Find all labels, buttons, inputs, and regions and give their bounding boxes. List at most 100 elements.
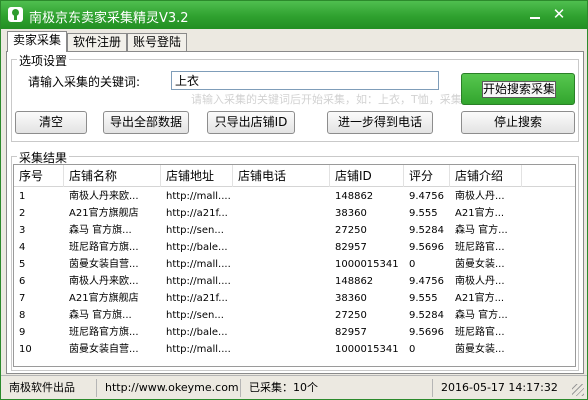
- cell-shop-name: 班尼路官方旗...: [69, 327, 139, 338]
- cell-shop-intro: A21官方...: [455, 293, 505, 304]
- clear-button[interactable]: 清空: [15, 111, 87, 134]
- cell-shop-url: http://mall....: [166, 191, 231, 202]
- status-bar: 南极软件出品 http://www.okeyme.com 已采集：10个 201…: [1, 375, 587, 399]
- cell-index: 3: [19, 225, 26, 236]
- cell-shop-url: http://a21f...: [166, 293, 228, 304]
- cell-shop-id: 27250: [335, 225, 367, 236]
- table-row[interactable]: 5 茵曼女装自营... http://mall.... 1000015341 0 茵曼女装…: [14, 257, 575, 273]
- options-group-label: 选项设置: [17, 52, 70, 69]
- table-row[interactable]: 9 班尼路官方旗... http://bale... 82957 9.5696 班尼路官.…: [14, 325, 575, 341]
- table-row[interactable]: 1 南极人丹来欧... http://mall.... 148862 9.4756 南极人…: [14, 189, 575, 205]
- cell-index: 5: [19, 259, 26, 270]
- cell-shop-url: http://bale...: [166, 242, 228, 253]
- cell-shop-name: 森马 官方旗...: [69, 310, 132, 321]
- close-button[interactable]: ✕: [549, 5, 569, 23]
- cell-shop-phone: [233, 206, 330, 222]
- keyword-input[interactable]: [171, 71, 439, 90]
- cell-shop-id: 82957: [335, 242, 367, 253]
- cell-shop-url: http://a21f...: [166, 208, 228, 219]
- cell-rating: 9.555: [409, 208, 438, 219]
- column-header-rating[interactable]: 评分: [404, 165, 450, 187]
- cell-index: 1: [19, 191, 26, 202]
- cell-shop-id: 27250: [335, 310, 367, 321]
- cell-shop-id: 148862: [335, 191, 374, 202]
- export-id-button[interactable]: 只导出店铺ID: [207, 111, 295, 134]
- cell-shop-name: 南极人丹来欧...: [69, 191, 139, 202]
- tab-software-register[interactable]: 软件注册: [67, 33, 127, 51]
- start-search-label: 开始搜索采集: [482, 81, 556, 98]
- cell-index: 4: [19, 242, 26, 253]
- export-all-button[interactable]: 导出全部数据: [103, 111, 189, 134]
- column-header-index[interactable]: 序号: [14, 165, 64, 187]
- cell-shop-id: 82957: [335, 327, 367, 338]
- table-row[interactable]: 2 A21官方旗舰店 http://a21f... 38360 9.555 A21官方..…: [14, 206, 575, 222]
- cell-shop-id: 1000015341: [335, 344, 399, 355]
- results-table[interactable]: 序号 店铺名称 店铺地址 店铺电话 店铺ID 评分 店铺介绍 1 南极人丹来欧..…: [13, 164, 576, 367]
- keyword-label: 请输入采集的关键词:: [28, 75, 141, 89]
- cell-rating: 9.555: [409, 293, 438, 304]
- cell-rating: 9.4756: [409, 191, 444, 202]
- cell-shop-name: A21官方旗舰店: [69, 208, 139, 219]
- cell-shop-intro: 南极人丹...: [455, 191, 505, 202]
- column-header-shop-id[interactable]: 店铺ID: [330, 165, 404, 187]
- cell-rating: 9.5696: [409, 242, 444, 253]
- table-row[interactable]: 3 森马 官方旗... http://sen... 27250 9.5284 森马 官方.…: [14, 223, 575, 239]
- cell-shop-name: 南极人丹来欧...: [69, 276, 139, 287]
- cell-index: 9: [19, 327, 26, 338]
- table-row[interactable]: 7 A21官方旗舰店 http://a21f... 38360 9.555 A21官方..…: [14, 291, 575, 307]
- stop-search-button[interactable]: 停止搜索: [461, 111, 575, 134]
- column-header-shop-url[interactable]: 店铺地址: [161, 165, 233, 187]
- cell-rating: 9.5696: [409, 327, 444, 338]
- table-row[interactable]: 10 茵曼女装自营... http://mall.... 1000015341 0 茵曼女…: [14, 342, 575, 358]
- cell-rating: 0: [409, 259, 416, 270]
- cell-shop-url: http://mall....: [166, 344, 231, 355]
- cell-shop-url: http://sen...: [166, 225, 224, 236]
- cell-shop-id: 38360: [335, 208, 367, 219]
- tab-seller-collect[interactable]: 卖家采集: [7, 31, 67, 52]
- table-row[interactable]: 8 森马 官方旗... http://sen... 27250 9.5284 森马 官方.…: [14, 308, 575, 324]
- cell-rating: 9.5284: [409, 310, 444, 321]
- cell-shop-phone: [233, 257, 330, 273]
- minimize-button[interactable]: [525, 5, 545, 23]
- cell-shop-intro: 茵曼女装...: [455, 344, 505, 355]
- table-row[interactable]: 6 南极人丹来欧... http://mall.... 148862 9.4756 南极人…: [14, 274, 575, 290]
- get-phone-button[interactable]: 进一步得到电话: [327, 111, 433, 134]
- cell-index: 8: [19, 310, 26, 321]
- tab-account-login[interactable]: 账号登陆: [127, 33, 187, 51]
- cell-shop-name: 茵曼女装自营...: [69, 259, 139, 270]
- status-url[interactable]: http://www.okeyme.com: [99, 379, 241, 397]
- cell-shop-intro: 森马 官方...: [455, 225, 508, 236]
- cell-shop-url: http://mall....: [166, 259, 231, 270]
- column-header-shop-name[interactable]: 店铺名称: [64, 165, 161, 187]
- cell-shop-intro: 森马 官方...: [455, 310, 508, 321]
- resize-grip[interactable]: [572, 384, 584, 396]
- cell-shop-phone: [233, 274, 330, 290]
- cell-shop-phone: [233, 240, 330, 256]
- cell-shop-name: 茵曼女装自营...: [69, 344, 139, 355]
- cell-shop-id: 38360: [335, 293, 367, 304]
- column-header-shop-intro[interactable]: 店铺介绍: [450, 165, 522, 187]
- cell-shop-phone: [233, 308, 330, 324]
- table-header: 序号 店铺名称 店铺地址 店铺电话 店铺ID 评分 店铺介绍: [14, 165, 575, 187]
- cell-shop-phone: [233, 223, 330, 239]
- cell-shop-name: 班尼路官方旗...: [69, 242, 139, 253]
- cell-rating: 9.4756: [409, 276, 444, 287]
- cell-shop-id: 148862: [335, 276, 374, 287]
- cell-shop-intro: 班尼路官...: [455, 242, 505, 253]
- start-search-button[interactable]: 开始搜索采集: [461, 73, 575, 105]
- cell-shop-phone: [233, 189, 330, 205]
- cell-index: 7: [19, 293, 26, 304]
- app-window: 南极京东卖家采集精灵V3.2 ✕ 卖家采集 软件注册 账号登陆 选项设置 请输入…: [0, 0, 588, 400]
- cell-shop-url: http://mall....: [166, 276, 231, 287]
- table-row[interactable]: 4 班尼路官方旗... http://bale... 82957 9.5696 班尼路官.…: [14, 240, 575, 256]
- window-title: 南极京东卖家采集精灵V3.2: [29, 11, 189, 26]
- cell-shop-intro: 南极人丹...: [455, 276, 505, 287]
- cell-index: 2: [19, 208, 26, 219]
- cell-rating: 9.5284: [409, 225, 444, 236]
- cell-shop-id: 1000015341: [335, 259, 399, 270]
- title-bar[interactable]: 南极京东卖家采集精灵V3.2 ✕: [1, 1, 587, 29]
- cell-shop-url: http://bale...: [166, 327, 228, 338]
- column-header-shop-phone[interactable]: 店铺电话: [233, 165, 330, 187]
- cell-shop-name: 森马 官方旗...: [69, 225, 132, 236]
- cell-shop-intro: 茵曼女装...: [455, 259, 505, 270]
